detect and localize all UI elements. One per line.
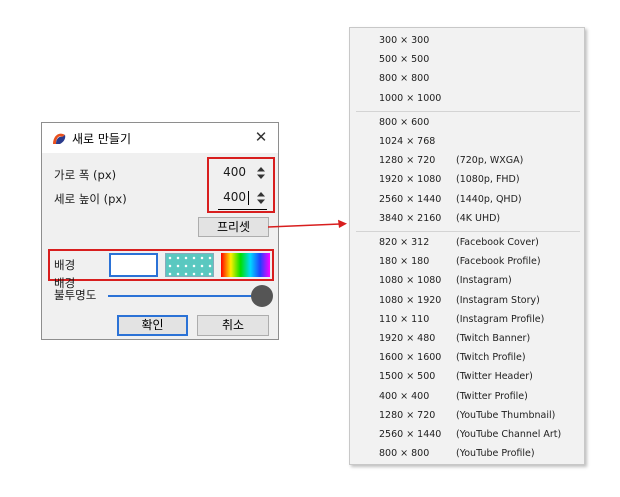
preset-menu-item[interactable]: 1280 × 720 (720p, WXGA)	[350, 152, 584, 171]
opacity-slider-thumb[interactable]	[251, 285, 273, 307]
preset-size: 1500 × 500	[379, 371, 436, 383]
preset-size: 180 × 180	[379, 256, 430, 268]
preset-menu-item[interactable]: 1280 × 720 (YouTube Thumbnail)	[350, 407, 584, 426]
preset-size: 1000 × 1000	[379, 92, 442, 104]
preset-menu-item[interactable]: 2560 × 1440 (1440p, QHD)	[350, 191, 584, 210]
preset-description: (720p, WXGA)	[456, 155, 524, 167]
preset-description: (YouTube Channel Art)	[456, 429, 562, 440]
preset-menu-item[interactable]: 1600 × 1600 (Twitch Profile)	[350, 349, 584, 368]
preset-menu-item[interactable]: 500 × 500	[350, 51, 584, 70]
preset-size: 820 × 312	[379, 237, 430, 248]
preset-description: (Twitch Profile)	[456, 352, 526, 364]
preset-menu-item[interactable]: 3840 × 2160 (4K UHD)	[350, 210, 584, 229]
preset-menu-item[interactable]: 1024 × 768	[350, 133, 584, 152]
menu-separator	[356, 231, 580, 232]
preset-description: (1080p, FHD)	[456, 174, 520, 186]
preset-menu-item[interactable]: 800 × 800	[350, 70, 584, 89]
dialog-title: 새로 만들기	[72, 132, 132, 146]
size-highlight-box	[207, 157, 275, 213]
preset-menu-item[interactable]: 1920 × 1080 (1080p, FHD)	[350, 171, 584, 190]
preset-size: 1080 × 1080	[379, 275, 442, 287]
arrow-connector	[268, 219, 347, 228]
preset-description: (4K UHD)	[456, 212, 501, 224]
preset-description: (Twitter Profile)	[456, 390, 528, 402]
preset-size: 400 × 400	[379, 390, 430, 402]
opacity-label-line2: 불투명도	[54, 288, 97, 302]
preset-description: (Instagram Story)	[456, 294, 540, 306]
opacity-slider-track[interactable]	[108, 295, 258, 297]
preset-menu-item[interactable]: 180 × 180 (Facebook Profile)	[350, 253, 584, 272]
app-logo-icon	[53, 133, 66, 144]
title-bar: 새로 만들기 ✕	[42, 123, 278, 153]
preset-menu-item[interactable]: 1080 × 1920 (Instagram Story)	[350, 292, 584, 311]
close-icon: ✕	[254, 128, 268, 146]
preset-size: 2560 × 1440	[379, 193, 442, 205]
preset-menu-item[interactable]: 2560 × 1440 (YouTube Channel Art)	[350, 426, 584, 445]
close-button[interactable]: ✕	[250, 127, 272, 147]
preset-size: 800 × 800	[379, 448, 430, 460]
new-canvas-dialog: 새로 만들기 ✕ 가로 폭 (px) 세로 높이 (px) 400 400 프리…	[41, 122, 279, 340]
preset-button[interactable]: 프리셋	[198, 217, 269, 237]
preset-menu-item[interactable]: 110 × 110 (Instagram Profile)	[350, 311, 584, 330]
preset-description: (Instagram Profile)	[456, 313, 545, 325]
preset-menu-item[interactable]: 400 × 400 (Twitter Profile)	[350, 388, 584, 407]
menu-separator	[356, 110, 580, 112]
preset-menu-item[interactable]: 1080 × 1080 (Instagram)	[350, 272, 584, 291]
preset-menu-item[interactable]: 300 × 300	[350, 32, 584, 51]
preset-menu-item[interactable]: 800 × 800 (YouTube Profile)	[350, 445, 584, 464]
preset-size: 2560 × 1440	[379, 429, 442, 440]
preset-menu-item[interactable]: 1920 × 480 (Twitch Banner)	[350, 330, 584, 349]
preset-size: 1080 × 1920	[379, 294, 442, 306]
preset-menu-item[interactable]: 800 × 600	[350, 114, 584, 133]
preset-description: (Twitch Banner)	[456, 333, 531, 344]
preset-size: 1920 × 1080	[379, 174, 442, 186]
preset-size: 1024 × 768	[379, 136, 436, 147]
preset-size: 800 × 800	[379, 73, 430, 85]
preset-menu-item[interactable]: 1000 × 1000	[350, 90, 584, 109]
ok-button[interactable]: 확인	[117, 315, 188, 336]
preset-description: (1440p, QHD)	[456, 193, 522, 205]
preset-description: (Facebook Profile)	[456, 256, 541, 268]
preset-menu-item[interactable]: 1500 × 500 (Twitter Header)	[350, 368, 584, 387]
width-label: 가로 폭 (px)	[54, 168, 117, 182]
preset-size: 300 × 300	[379, 35, 430, 46]
preset-size: 1280 × 720	[379, 155, 436, 167]
preset-description: (YouTube Thumbnail)	[456, 409, 556, 421]
preset-size: 1280 × 720	[379, 409, 436, 421]
preset-size: 3840 × 2160	[379, 212, 442, 224]
preset-description: (Instagram)	[456, 275, 512, 287]
preset-size: 1600 × 1600	[379, 352, 442, 364]
preset-description: (YouTube Profile)	[456, 448, 535, 460]
cancel-button[interactable]: 취소	[197, 315, 269, 336]
preset-menu-item[interactable]: 820 × 312 (Facebook Cover)	[350, 234, 584, 253]
preset-description: (Facebook Cover)	[456, 237, 539, 248]
preset-size: 800 × 600	[379, 116, 430, 128]
height-label: 세로 높이 (px)	[54, 192, 127, 206]
preset-description: (Twitter Header)	[456, 371, 533, 383]
preset-size: 1920 × 480	[379, 333, 436, 344]
preset-menu: 300 × 300 500 × 500 800 × 800 1000 × 1000 80…	[349, 27, 585, 465]
background-highlight-box	[48, 249, 274, 281]
preset-size: 110 × 110	[379, 313, 430, 325]
preset-size: 500 × 500	[379, 54, 430, 66]
